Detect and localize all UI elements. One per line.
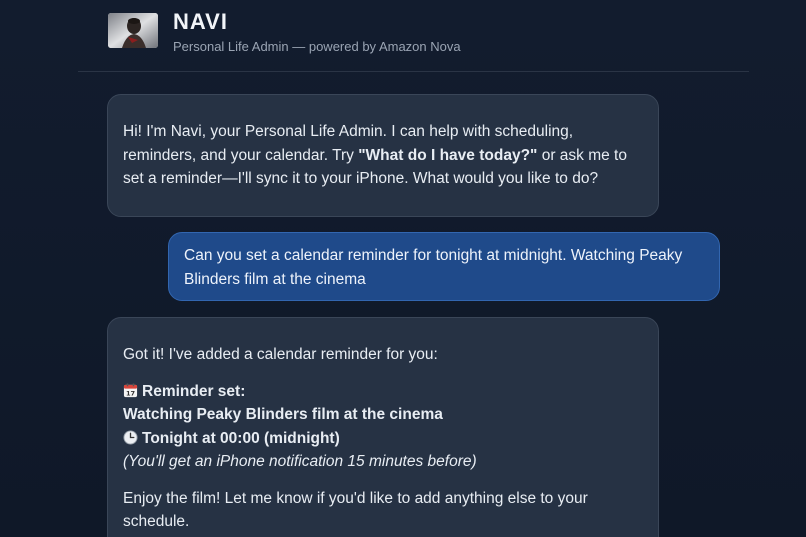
app-header: NAVI Personal Life Admin — powered by Am… — [78, 0, 749, 72]
message-example-query: "What do I have today?" — [358, 146, 538, 164]
clock-icon — [123, 429, 138, 445]
message-outro: Enjoy the film! Let me know if you'd lik… — [123, 487, 643, 537]
calendar-icon: 17 — [123, 382, 138, 397]
message-text: Can you set a calendar reminder for toni… — [184, 247, 683, 288]
reminder-card: 17 Reminder set: Watching Peaky Blinders… — [123, 380, 643, 474]
reminder-time: Tonight at 00:00 (midnight) — [142, 429, 340, 447]
reminder-time-line: Tonight at 00:00 (midnight) — [123, 427, 643, 451]
avatar-portrait — [108, 13, 158, 48]
chat-app: NAVI Personal Life Admin — powered by Am… — [0, 0, 806, 537]
reminder-label-line: 17 Reminder set: — [123, 380, 643, 404]
svg-text:17: 17 — [126, 389, 136, 397]
assistant-message: Got it! I've added a calendar reminder f… — [107, 317, 659, 537]
outro-text: Enjoy the film! Let me know if you'd lik… — [123, 489, 588, 531]
avatar — [108, 13, 158, 48]
app-title: NAVI — [173, 9, 228, 34]
user-message: Can you set a calendar reminder for toni… — [168, 232, 720, 301]
message-intro: Got it! I've added a calendar reminder f… — [123, 346, 438, 363]
app-subtitle: Personal Life Admin — powered by Amazon … — [173, 39, 461, 54]
reminder-note: (You'll get an iPhone notification 15 mi… — [123, 453, 477, 470]
reminder-title: Watching Peaky Blinders film at the cine… — [123, 406, 443, 423]
assistant-message: Hi! I'm Navi, your Personal Life Admin. … — [107, 94, 659, 217]
reminder-label: Reminder set: — [142, 382, 246, 400]
clapper-line — [123, 534, 643, 537]
